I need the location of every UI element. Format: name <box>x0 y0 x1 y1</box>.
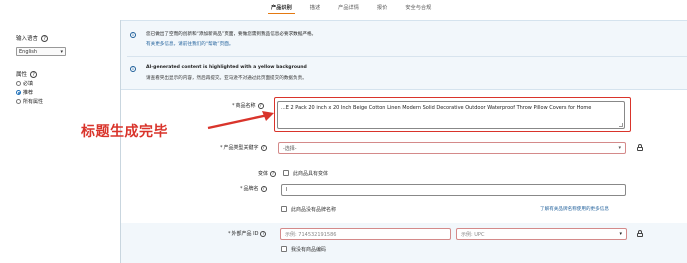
input-language-heading: 输入语言 ? <box>16 34 78 42</box>
radio-button[interactable] <box>16 99 21 104</box>
radio-label: 所有属性 <box>23 99 44 105</box>
brand-name-input[interactable]: l <box>281 184 626 196</box>
radio-button-selected[interactable] <box>16 90 21 95</box>
variation-label: 变体? <box>258 170 277 177</box>
radio-all-attributes[interactable]: 所有属性 <box>16 98 78 105</box>
variation-checkbox-label: 此商品具有变体 <box>293 171 329 177</box>
help-icon[interactable]: ? <box>260 144 267 151</box>
annotation-arrow-icon <box>207 111 274 130</box>
help-icon[interactable]: ? <box>260 185 267 192</box>
top-tab-bar: 产品识别 描述 产品详情 报价 安全与合规 <box>262 0 440 14</box>
variation-checkbox[interactable] <box>283 170 289 176</box>
resize-handle[interactable] <box>619 123 623 127</box>
tab-product-identification[interactable]: 产品识别 <box>262 0 301 14</box>
ai-notice-title: AI-generated content is highlighted with… <box>146 65 307 70</box>
category-keyword-label: *产品类型关键字? <box>220 144 267 151</box>
tab-offer[interactable]: 报价 <box>368 0 396 14</box>
attribute-filter: 属性 ? 必填 推荐 所有属性 <box>16 70 78 105</box>
external-id-input[interactable]: 示例: 714532191586 <box>280 228 451 240</box>
notice-divider <box>127 56 687 57</box>
info-icon: i <box>130 66 136 72</box>
input-language-label: 输入语言 <box>16 36 39 42</box>
no-barcode-checkbox[interactable] <box>281 246 287 252</box>
no-brand-checkbox[interactable] <box>281 206 287 212</box>
help-icon[interactable]: ? <box>41 34 49 42</box>
notice-help-link[interactable]: 有关更多信息，请前往我们的“帮助”页面。 <box>146 41 233 47</box>
radio-required[interactable]: 必填 <box>16 80 78 87</box>
ai-notice-text: 请查看突出显示的内容，然后再提交。亚马逊不对通过此页面提交的数据负责。 <box>146 76 307 81</box>
no-barcode-checkbox-label: 我没有商品编码 <box>291 247 327 253</box>
lock-icon <box>637 230 643 237</box>
radio-label: 必填 <box>23 81 34 87</box>
help-icon[interactable]: ? <box>260 230 267 237</box>
notice-panel: i 您已做出了空而的创新和“添加新商品”页面，要做您需到我品信息必要求数据严格。… <box>121 20 687 90</box>
info-icon: i <box>130 32 136 38</box>
notice-line-1: 您已做出了空而的创新和“添加新商品”页面，要做您需到我品信息必要求数据严格。 <box>146 32 317 37</box>
help-icon[interactable]: ? <box>30 70 38 78</box>
id-type-select[interactable]: 示例: UPC ▾ <box>456 228 627 240</box>
lock-icon <box>637 144 643 151</box>
category-keyword-select[interactable]: -选择- ▾ <box>278 142 626 154</box>
product-name-textarea[interactable]: ...E 2 Pack 20 inch x 20 Inch Beige Cott… <box>277 101 625 129</box>
radio-label: 推荐 <box>23 90 34 96</box>
help-icon[interactable]: ? <box>270 170 277 177</box>
brand-name-label: *品牌名? <box>240 185 267 192</box>
chevron-down-icon: ▾ <box>618 145 621 151</box>
left-panel: 输入语言 ? English ▾ 属性 ? 必填 推荐 所有属性 <box>16 34 78 105</box>
radio-button[interactable] <box>16 81 21 86</box>
no-brand-checkbox-label: 此商品没有品牌名称 <box>291 207 337 213</box>
external-id-label: *外部产品 ID? <box>228 230 267 237</box>
tab-safety-compliance[interactable]: 安全与合规 <box>396 0 440 14</box>
radio-recommended[interactable]: 推荐 <box>16 89 78 96</box>
attributes-label: 属性 <box>16 72 28 78</box>
attributes-heading: 属性 ? <box>16 70 78 78</box>
tab-product-details[interactable]: 产品详情 <box>329 0 368 14</box>
chevron-down-icon: ▾ <box>60 48 63 55</box>
tab-description[interactable]: 描述 <box>301 0 329 14</box>
language-select[interactable]: English ▾ <box>16 47 66 56</box>
brand-help-link[interactable]: 了解有关品牌名称使用的更多信息 <box>540 206 609 212</box>
chevron-down-icon: ▾ <box>619 231 622 237</box>
language-value: English <box>19 48 38 55</box>
annotation-text: 标题生成完毕 <box>81 124 168 140</box>
